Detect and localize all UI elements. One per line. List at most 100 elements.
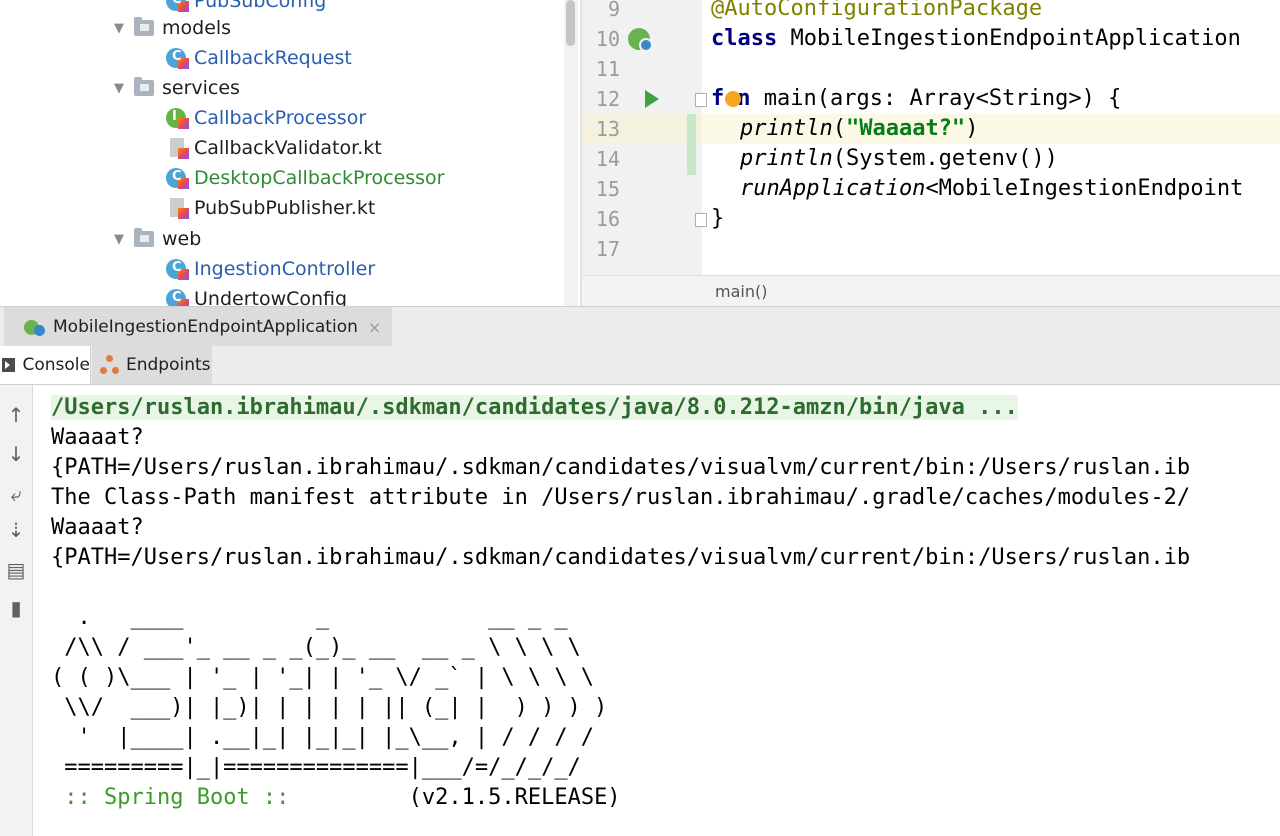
tree-item-label: services [162, 77, 240, 99]
code-text: <MobileIngestionEndpoint [925, 176, 1244, 201]
tree-item-label: CallbackValidator.kt [194, 137, 382, 159]
close-icon[interactable]: × [368, 318, 381, 337]
function-token: runApplication [740, 176, 926, 201]
banner-line: . ____ _ __ _ _ [51, 605, 568, 630]
tree-item-desktopcallbackprocessor[interactable]: C DesktopCallbackProcessor [166, 163, 445, 193]
console-output[interactable]: /Users/ruslan.ibrahimau/.sdkman/candidat… [33, 385, 1280, 836]
console-icon [2, 358, 15, 372]
line-number: 12 [595, 87, 620, 111]
tree-item-callbackvalidator[interactable]: CallbackValidator.kt [166, 133, 382, 163]
spring-boot-version: (v2.1.5.RELEASE) [302, 785, 621, 810]
console-line: Waaaat? [51, 515, 144, 540]
kotlin-class-icon: C [166, 0, 189, 12]
code-text: ) [965, 116, 979, 141]
console-toolbar: ↑ ↓ ⤶ ⇣ ▤ ▮ [0, 385, 33, 836]
console-line: Waaaat? [51, 425, 144, 450]
tree-item-label: models [162, 17, 232, 39]
vcs-change-marker[interactable] [687, 114, 696, 175]
banner-line: ( ( )\___ | '_ | '_| | '_ \/ _` | \ \ \ … [51, 665, 595, 690]
kotlin-file-icon [166, 137, 189, 159]
soft-wrap-icon[interactable]: ⤶ [0, 479, 32, 509]
code-line-12: fn main(args: Array<String>) { [711, 84, 1121, 114]
annotation-token: @AutoConfigurationPackage [711, 0, 1043, 21]
run-tab-label: MobileIngestionEndpointApplication [53, 317, 358, 337]
code-text: main(args: Array<String>) { [750, 86, 1122, 111]
function-token: println [740, 146, 833, 171]
line-number: 14 [595, 147, 620, 171]
kotlin-class-icon: C [166, 47, 189, 69]
tree-item-label: DesktopCallbackProcessor [194, 167, 445, 189]
code-text: MobileIngestionEndpointApplication [777, 26, 1241, 51]
spring-separator: :: [249, 785, 303, 810]
chevron-down-icon[interactable]: ▼ [110, 13, 128, 43]
tree-item-label: IngestionController [194, 258, 376, 280]
folder-icon [134, 17, 154, 36]
trash-icon[interactable]: ▮ [0, 593, 32, 623]
code-text: } [711, 206, 725, 231]
arrow-down-icon[interactable]: ↓ [0, 439, 32, 469]
code-text: (System.getenv()) [832, 146, 1058, 171]
line-number: 9 [607, 0, 620, 21]
spring-boot-icon [24, 316, 46, 338]
tab-console[interactable]: Console [0, 346, 91, 384]
run-tab-bar: MobileIngestionEndpointApplication × [0, 306, 1280, 348]
scroll-to-end-icon[interactable]: ⇣ [0, 515, 32, 545]
kotlin-class-icon: C [166, 288, 189, 306]
command-line[interactable]: /Users/ruslan.ibrahimau/.sdkman/candidat… [51, 395, 1018, 420]
chevron-down-icon[interactable]: ▼ [110, 224, 128, 254]
spring-prefix: :: [51, 785, 104, 810]
banner-line: ' |____| .__|_| |_|_| |_\__, | / / / / [51, 725, 595, 750]
tree-scrollbar-thumb[interactable] [566, 0, 575, 46]
banner-line: /\\ / ___'_ __ _ _(_)_ __ __ _ \ \ \ \ [51, 635, 581, 660]
tree-item-label: web [162, 228, 202, 250]
tree-folder-web[interactable]: ▼ web [110, 224, 201, 254]
tree-item-ingestioncontroller[interactable]: C IngestionController [166, 254, 375, 284]
tab-endpoints[interactable]: Endpoints [92, 346, 212, 384]
run-config-tab[interactable]: MobileIngestionEndpointApplication × [4, 307, 392, 347]
tree-folder-services[interactable]: ▼ services [110, 73, 240, 103]
tree-item-label: CallbackProcessor [194, 107, 367, 129]
console-line: {PATH=/Users/ruslan.ibrahimau/.sdkman/ca… [51, 455, 1191, 480]
tree-item-undertowconfig[interactable]: C UndertowConfig [166, 284, 347, 306]
keyword-token: class [711, 26, 778, 51]
code-line-16: } [711, 204, 724, 234]
line-number: 13 [595, 117, 620, 141]
tree-item-label: CallbackRequest [194, 47, 352, 69]
banner-line: \\/ ___)| |_)| | | | | || (_| | ) ) ) ) [51, 695, 608, 720]
kotlin-class-icon: C [166, 167, 189, 189]
print-icon[interactable]: ▤ [0, 555, 32, 585]
string-token: "Waaaat?" [845, 116, 966, 141]
tree-item-pubsubpublisher[interactable]: PubSubPublisher.kt [166, 193, 375, 223]
folder-icon [134, 228, 154, 247]
fold-marker-icon[interactable] [695, 213, 707, 227]
chevron-down-icon[interactable]: ▼ [110, 73, 128, 103]
code-line-13: println("Waaaat?") [740, 114, 978, 144]
kotlin-class-icon: C [166, 258, 189, 280]
kotlin-file-icon [166, 197, 189, 219]
code-editor[interactable]: 9 10 11 12 13 14 15 16 17 @AutoConfigura… [582, 0, 1280, 275]
editor-breadcrumb[interactable]: main() [582, 275, 1280, 307]
spring-boot-version-line: :: Spring Boot :: (v2.1.5.RELEASE) [51, 783, 621, 813]
code-line-9: @AutoConfigurationPackage [711, 0, 1042, 24]
folder-icon [134, 77, 154, 96]
breadcrumb-item[interactable]: main() [715, 282, 767, 301]
code-text: ( [832, 116, 846, 141]
tree-item-callbackprocessor[interactable]: I CallbackProcessor [166, 103, 366, 133]
tree-item-callbackrequest[interactable]: C CallbackRequest [166, 43, 352, 73]
project-tree: C PubSubConfig ▼ models C CallbackReques… [0, 0, 562, 306]
line-number: 16 [595, 207, 620, 231]
line-number: 17 [595, 237, 620, 261]
tree-item-label: UndertowConfig [194, 288, 348, 306]
intention-bulb-icon[interactable] [725, 91, 741, 107]
tree-folder-models[interactable]: ▼ models [110, 13, 231, 43]
fold-marker-icon[interactable] [695, 93, 707, 107]
console-line: {PATH=/Users/ruslan.ibrahimau/.sdkman/ca… [51, 545, 1191, 570]
endpoints-icon [100, 355, 120, 375]
spring-bean-icon[interactable] [628, 28, 653, 52]
code-line-10: class MobileIngestionEndpointApplication [711, 24, 1241, 54]
run-gutter-icon[interactable] [645, 90, 659, 108]
function-token: println [740, 116, 833, 141]
console-line: The Class-Path manifest attribute in /Us… [51, 485, 1191, 510]
arrow-up-icon[interactable]: ↑ [0, 400, 32, 430]
line-number: 11 [595, 57, 620, 81]
